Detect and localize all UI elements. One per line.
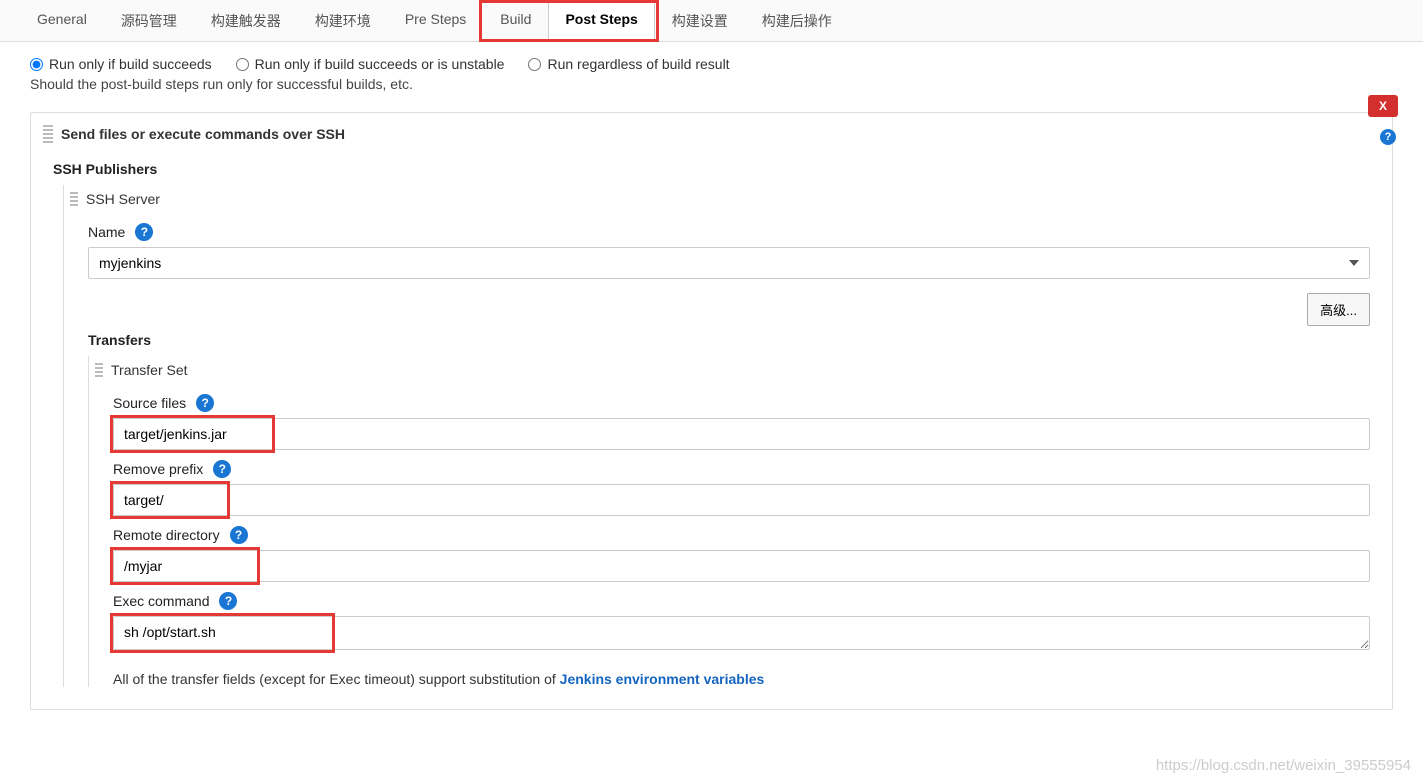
tab-label: 源码管理 (121, 13, 177, 29)
transfer-footer-note: All of the transfer fields (except for E… (113, 671, 1370, 687)
advanced-button[interactable]: 高级... (1307, 293, 1370, 326)
tab-env[interactable]: 构建环境 (298, 0, 388, 41)
remove-prefix-label: Remove prefix (113, 461, 203, 477)
exec-command-input[interactable] (113, 616, 1370, 650)
ssh-section: X ? Send files or execute commands over … (30, 112, 1393, 710)
tab-label: 构建环境 (315, 13, 371, 29)
tab-scm[interactable]: 源码管理 (104, 0, 194, 41)
drag-handle-icon[interactable] (70, 192, 78, 206)
publishers-label: SSH Publishers (53, 161, 1370, 177)
remove-prefix-input[interactable] (113, 484, 1370, 516)
tab-pre-steps[interactable]: Pre Steps (388, 0, 483, 41)
source-files-label: Source files (113, 395, 186, 411)
section-title: Send files or execute commands over SSH (61, 126, 345, 142)
watermark: https://blog.csdn.net/weixin_39555954 (1156, 757, 1411, 774)
radio-regardless[interactable] (528, 58, 541, 71)
help-icon[interactable]: ? (213, 460, 231, 478)
drag-handle-icon[interactable] (43, 125, 53, 143)
help-icon[interactable]: ? (230, 526, 248, 544)
transfers-header: Transfers (88, 332, 1370, 348)
exec-command-label: Exec command (113, 593, 209, 609)
run-unstable-option[interactable]: Run only if build succeeds or is unstabl… (236, 56, 505, 72)
tab-label: 构建设置 (672, 13, 728, 29)
tab-general[interactable]: General (20, 0, 104, 41)
tab-post-steps[interactable]: Post Steps (548, 0, 654, 42)
option-label: Run only if build succeeds (49, 56, 212, 72)
drag-handle-icon[interactable] (95, 363, 103, 377)
radio-succeeds[interactable] (30, 58, 43, 71)
tab-label: General (37, 11, 87, 27)
tab-label: 构建触发器 (211, 13, 281, 29)
remote-dir-input[interactable] (113, 550, 1370, 582)
tab-label: Post Steps (565, 11, 637, 27)
transfer-set-header: Transfer Set (111, 362, 188, 378)
name-select[interactable]: myjenkins (88, 247, 1370, 279)
run-regardless-option[interactable]: Run regardless of build result (528, 56, 729, 72)
ssh-server-block: SSH Server Name ? myjenkins 高级... Transf… (63, 185, 1370, 687)
tab-post-build[interactable]: 构建后操作 (745, 0, 849, 41)
tab-label: 构建后操作 (762, 13, 832, 29)
config-tabs: General 源码管理 构建触发器 构建环境 Pre Steps Build … (0, 0, 1423, 42)
radio-unstable[interactable] (236, 58, 249, 71)
tab-label: Pre Steps (405, 11, 466, 27)
help-icon[interactable]: ? (219, 592, 237, 610)
run-options: Run only if build succeeds Run only if b… (0, 42, 1423, 76)
tab-build[interactable]: Build (483, 0, 548, 41)
option-label: Run regardless of build result (547, 56, 729, 72)
remote-dir-label: Remote directory (113, 527, 220, 543)
run-options-hint: Should the post-build steps run only for… (0, 76, 1423, 106)
help-icon[interactable]: ? (135, 223, 153, 241)
transfers-block: Transfer Set Source files ? Remove prefi… (88, 356, 1370, 687)
tab-build-settings[interactable]: 构建设置 (655, 0, 745, 41)
help-icon[interactable]: ? (1380, 129, 1396, 145)
name-label: Name (88, 224, 125, 240)
env-vars-link[interactable]: Jenkins environment variables (560, 671, 765, 687)
tab-triggers[interactable]: 构建触发器 (194, 0, 298, 41)
help-icon[interactable]: ? (196, 394, 214, 412)
footer-text: All of the transfer fields (except for E… (113, 671, 560, 687)
option-label: Run only if build succeeds or is unstabl… (255, 56, 505, 72)
tab-label: Build (500, 11, 531, 27)
ssh-server-header: SSH Server (86, 191, 160, 207)
close-icon[interactable]: X (1368, 95, 1398, 117)
source-files-input[interactable] (113, 418, 1370, 450)
run-succeeds-option[interactable]: Run only if build succeeds (30, 56, 212, 72)
